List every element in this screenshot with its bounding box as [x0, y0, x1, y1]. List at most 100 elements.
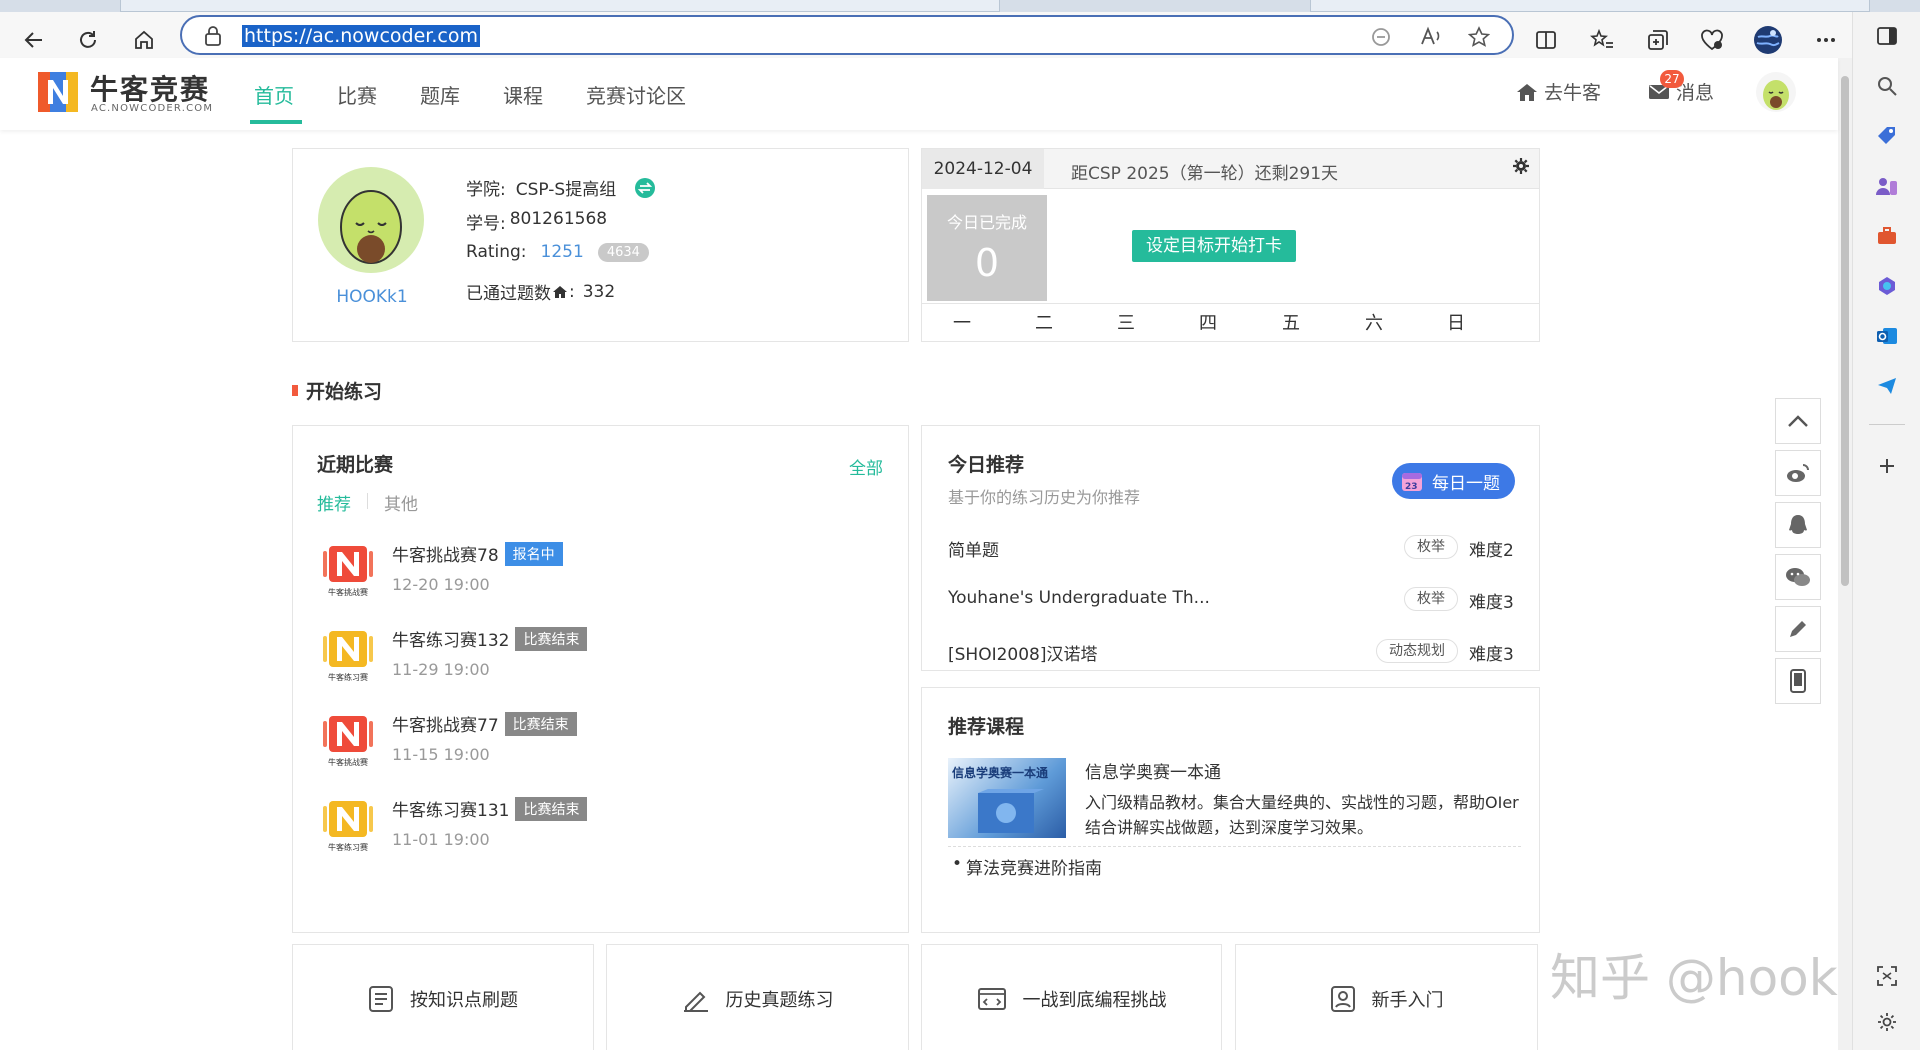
- weekday: 二: [1035, 313, 1053, 334]
- profile-avatar[interactable]: [318, 167, 424, 273]
- contest-logo: 牛客挑战赛: [317, 711, 379, 775]
- browser-tab[interactable]: [1310, 0, 1870, 12]
- contest-logo: 牛客练习赛: [317, 796, 379, 860]
- quick-link-knowledge[interactable]: 按知识点刷题: [292, 944, 594, 1050]
- sidebar-screenshot[interactable]: [1873, 962, 1901, 990]
- nav-problems[interactable]: 题库: [420, 80, 460, 109]
- rating-label: Rating:: [466, 242, 527, 262]
- contest-name[interactable]: 牛客练习赛132: [392, 626, 509, 651]
- contest-name[interactable]: 牛客练习赛131: [392, 796, 509, 821]
- weekday: 三: [1117, 313, 1135, 334]
- sidebar-settings[interactable]: [1873, 1008, 1901, 1036]
- daily-problem-label[interactable]: 每日一题: [1432, 469, 1500, 494]
- course-more-label[interactable]: 算法竞赛进阶指南: [966, 854, 1102, 879]
- sidebar-send[interactable]: [1873, 372, 1901, 400]
- contest-item[interactable]: 牛客练习赛 牛客练习赛132 比赛结束 11-29 19:00: [317, 626, 887, 690]
- contests-tab-other[interactable]: 其他: [384, 490, 418, 515]
- quick-link-label[interactable]: 历史真题练习: [726, 986, 834, 1012]
- contest-name[interactable]: 牛客挑战赛78: [392, 541, 499, 566]
- user-avatar[interactable]: [1756, 72, 1796, 112]
- quick-link-label[interactable]: 新手入门: [1372, 986, 1444, 1012]
- rating-value[interactable]: 1251: [541, 242, 584, 262]
- browser-essentials-button[interactable]: [1694, 22, 1730, 58]
- nav-contests[interactable]: 比赛: [337, 80, 377, 109]
- mobile-app-button[interactable]: [1775, 658, 1821, 704]
- brand-name[interactable]: 牛客竞赛: [90, 68, 210, 108]
- contests-all-link[interactable]: 全部: [849, 454, 883, 479]
- course-cover[interactable]: 信息学奥赛一本通: [948, 758, 1066, 838]
- checkin-date: 2024-12-04: [922, 149, 1044, 189]
- college-label: 学院:: [466, 180, 506, 200]
- qq-penguin-icon: [1789, 515, 1807, 534]
- go-nowcoder-link[interactable]: 去牛客: [1516, 78, 1601, 105]
- scrollbar-thumb[interactable]: [1841, 76, 1849, 586]
- quick-link-challenge[interactable]: 一战到底编程挑战: [921, 944, 1222, 1050]
- section-marker: [292, 385, 298, 396]
- course-name[interactable]: 信息学奥赛一本通: [1085, 758, 1221, 783]
- contest-item[interactable]: 牛客挑战赛 牛客挑战赛78 报名中 12-20 19:00: [317, 541, 887, 605]
- share-qq-button[interactable]: [1775, 502, 1821, 548]
- more-menu-button[interactable]: [1808, 22, 1844, 58]
- pencil-icon: [1790, 621, 1806, 637]
- book-cover-icon: [978, 789, 1044, 833]
- url-text[interactable]: https://ac.nowcoder.com: [242, 25, 480, 47]
- recommend-problem-name[interactable]: 简单题: [948, 536, 999, 561]
- start-checkin-button[interactable]: 设定目标开始打卡: [1132, 230, 1296, 262]
- sidebar-search[interactable]: [1873, 72, 1901, 100]
- quick-link-label[interactable]: 一战到底编程挑战: [1023, 986, 1167, 1012]
- feedback-button[interactable]: [1775, 606, 1821, 652]
- quick-link-label[interactable]: 按知识点刷题: [410, 986, 518, 1012]
- nowcoder-logo-icon: [38, 72, 78, 112]
- contest-item[interactable]: 牛客练习赛 牛客练习赛131 比赛结束 11-01 19:00: [317, 796, 887, 860]
- back-to-top-button[interactable]: [1775, 398, 1821, 444]
- recommend-problem-name[interactable]: Youhane's Undergraduate Th...: [948, 588, 1210, 608]
- daily-problem-button[interactable]: 23 每日一题: [1392, 463, 1515, 499]
- profile-button[interactable]: [1750, 22, 1786, 58]
- courses-card: 推荐课程 信息学奥赛一本通 信息学奥赛一本通 入门级精品教材。集合大量经典的、实…: [921, 687, 1540, 933]
- switch-icon[interactable]: [634, 177, 656, 199]
- wechat-icon: [1786, 568, 1810, 586]
- share-wechat-button[interactable]: [1775, 554, 1821, 600]
- sidebar-copilot[interactable]: [1873, 272, 1901, 300]
- sidebar-panel-toggle[interactable]: [1873, 22, 1901, 50]
- weibo-icon: [1787, 464, 1809, 482]
- nav-discuss[interactable]: 竞赛讨论区: [586, 80, 686, 109]
- sidebar-office[interactable]: [1873, 222, 1901, 250]
- collections-button[interactable]: [1640, 22, 1676, 58]
- today-done-value: 0: [974, 241, 1000, 285]
- favorites-button[interactable]: [1584, 22, 1620, 58]
- sidebar-add[interactable]: [1873, 452, 1901, 480]
- home-button[interactable]: [126, 22, 162, 58]
- share-weibo-button[interactable]: [1775, 450, 1821, 496]
- contests-tab-recommend[interactable]: 推荐: [317, 490, 351, 515]
- recommend-problem-tag[interactable]: 枚举: [1404, 587, 1458, 611]
- nav-courses[interactable]: 课程: [503, 80, 543, 109]
- refresh-button[interactable]: [70, 22, 106, 58]
- contest-name[interactable]: 牛客挑战赛77: [392, 711, 499, 736]
- recommend-problem-name[interactable]: [SHOI2008]汉诺塔: [948, 640, 1098, 665]
- quick-link-beginner[interactable]: 新手入门: [1235, 944, 1538, 1050]
- code-window-icon: [977, 988, 1006, 1010]
- sidebar-shopping[interactable]: [1873, 122, 1901, 150]
- today-done-box: 今日已完成 0: [927, 195, 1047, 301]
- quick-link-history[interactable]: 历史真题练习: [606, 944, 909, 1050]
- course-more-item[interactable]: • 算法竞赛进阶指南: [952, 854, 1102, 879]
- back-button[interactable]: [16, 22, 52, 58]
- browser-tab[interactable]: [120, 0, 1000, 12]
- page-scrollbar[interactable]: [1838, 58, 1852, 1050]
- split-screen-button[interactable]: [1528, 22, 1564, 58]
- sidebar-outlook[interactable]: [1873, 322, 1901, 350]
- recommend-problem-tag[interactable]: 动态规划: [1376, 639, 1458, 663]
- courses-title: 推荐课程: [948, 716, 1025, 738]
- nav-home[interactable]: 首页: [254, 80, 294, 109]
- site-logo[interactable]: [38, 72, 78, 112]
- address-bar[interactable]: https://ac.nowcoder.com: [180, 15, 1514, 55]
- profile-username[interactable]: HOOKk1: [293, 287, 451, 307]
- settings-gear-icon[interactable]: [1512, 157, 1530, 175]
- calendar-day: 23: [1405, 482, 1418, 492]
- contest-item[interactable]: 牛客挑战赛 牛客挑战赛77 比赛结束 11-15 19:00: [317, 711, 887, 775]
- recommend-problem-tag[interactable]: 枚举: [1404, 535, 1458, 559]
- sidebar-tools[interactable]: [1873, 172, 1901, 200]
- recommend-subtitle: 基于你的练习历史为你推荐: [948, 488, 1141, 507]
- go-nowcoder-label[interactable]: 去牛客: [1544, 78, 1601, 105]
